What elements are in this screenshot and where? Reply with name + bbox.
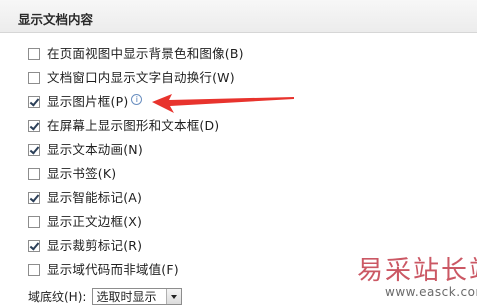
option-label: 文档窗口内显示文字自动换行(W) bbox=[47, 70, 235, 85]
field-shading-value: 选取时显示 bbox=[96, 290, 157, 304]
info-icon[interactable]: i bbox=[131, 93, 143, 105]
checkbox[interactable] bbox=[28, 192, 40, 204]
option-show-text-boundaries[interactable]: 显示正文边框(X) bbox=[28, 214, 142, 230]
option-label: 显示正文边框(X) bbox=[47, 214, 143, 229]
option-show-drawings-textboxes[interactable]: 在屏幕上显示图形和文本框(D) bbox=[28, 118, 219, 134]
option-label: 显示图片框(P) bbox=[47, 94, 129, 109]
checkbox[interactable] bbox=[28, 120, 40, 132]
field-shading-select[interactable]: 选取时显示 bbox=[92, 288, 183, 305]
option-show-background[interactable]: 在页面视图中显示背景色和图像(B) bbox=[28, 46, 244, 62]
checkbox[interactable] bbox=[28, 96, 40, 108]
site-watermark: 易采站长站 www.easck.com bbox=[345, 240, 477, 306]
option-label: 显示书签(K) bbox=[47, 166, 117, 181]
checkbox[interactable] bbox=[28, 72, 40, 84]
checkbox[interactable] bbox=[28, 144, 40, 156]
option-label: 显示域代码而非域值(F) bbox=[47, 262, 179, 277]
option-show-field-codes[interactable]: 显示域代码而非域值(F) bbox=[28, 262, 179, 278]
watermark-url: www.easck.com bbox=[385, 285, 477, 299]
chevron-down-icon[interactable] bbox=[166, 289, 182, 304]
field-shading-label: 域底纹(H): bbox=[28, 290, 87, 304]
checkbox[interactable] bbox=[28, 168, 40, 180]
option-wrap-text[interactable]: 文档窗口内显示文字自动换行(W) bbox=[28, 70, 235, 86]
option-label: 显示智能标记(A) bbox=[47, 190, 143, 205]
option-label: 显示文本动画(N) bbox=[47, 142, 143, 157]
checkbox[interactable] bbox=[28, 48, 40, 60]
field-shading-row: 域底纹(H): 选取时显示 bbox=[28, 287, 183, 306]
option-label: 在页面视图中显示背景色和图像(B) bbox=[47, 46, 244, 61]
option-show-bookmarks[interactable]: 显示书签(K) bbox=[28, 166, 116, 182]
checkbox[interactable] bbox=[28, 216, 40, 228]
checkbox[interactable] bbox=[28, 240, 40, 252]
option-show-picture-placeholders[interactable]: 显示图片框(P) i bbox=[28, 93, 143, 110]
option-show-smart-tags[interactable]: 显示智能标记(A) bbox=[28, 190, 142, 206]
watermark-text: 易采站长站 bbox=[357, 256, 477, 286]
checkbox[interactable] bbox=[28, 264, 40, 276]
option-show-crop-marks[interactable]: 显示裁剪标记(R) bbox=[28, 238, 142, 254]
option-show-text-animation[interactable]: 显示文本动画(N) bbox=[28, 142, 143, 158]
option-label: 在屏幕上显示图形和文本框(D) bbox=[47, 118, 220, 133]
red-arrow-icon bbox=[152, 94, 294, 113]
option-label: 显示裁剪标记(R) bbox=[47, 238, 143, 253]
